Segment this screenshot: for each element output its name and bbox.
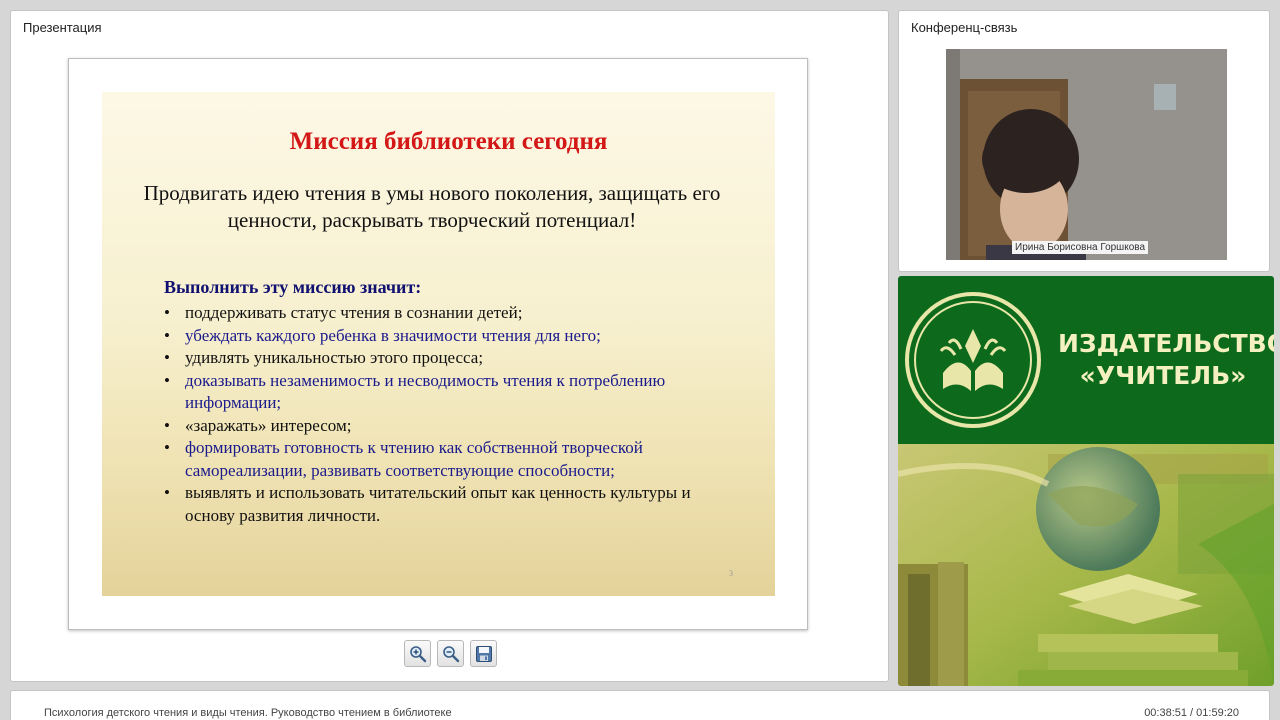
publisher-name-line2: «УЧИТЕЛЬ» xyxy=(1079,361,1247,390)
slide-bullet: удивлять уникальностью этого процесса; xyxy=(164,347,724,370)
presentation-panel: Презентация Миссия библиотеки сегодня Пр… xyxy=(10,10,889,682)
bottom-bar: Психология детского чтения и виды чтения… xyxy=(10,690,1270,720)
publisher-logo-icon xyxy=(905,292,1041,428)
slide-subheading: Выполнить эту миссию значит: xyxy=(164,277,422,297)
books-globe-image xyxy=(898,444,1274,686)
conference-panel-title: Конференц-связь xyxy=(911,20,1018,35)
slide-bullet: «заражать» интересом; xyxy=(164,415,724,438)
video-frame-image xyxy=(946,49,1227,260)
save-button[interactable] xyxy=(470,640,497,667)
slide-page-number: 3 xyxy=(729,569,733,578)
slide-lead-text: Продвигать идею чтения в умы нового поко… xyxy=(143,181,721,232)
zoom-in-icon xyxy=(410,646,427,663)
slide-bullet: выявлять и использовать читательский опы… xyxy=(164,482,724,527)
zoom-out-icon xyxy=(443,646,460,663)
publisher-name: ИЗДАТЕЛЬСТВО «УЧИТЕЛЬ» xyxy=(1058,328,1274,392)
slide-bullet: убеждать каждого ребенка в значимости чт… xyxy=(164,325,724,348)
presentation-panel-title: Презентация xyxy=(23,20,102,35)
lecture-title: Психология детского чтения и виды чтения… xyxy=(44,707,452,719)
conference-panel: Конференц-связь Ирина Борисовна Горшкова xyxy=(898,10,1270,272)
zoom-out-button[interactable] xyxy=(437,640,464,667)
publisher-header: ИЗДАТЕЛЬСТВО «УЧИТЕЛЬ» xyxy=(898,276,1274,444)
slide-bullet: доказывать незаменимость и несводимость … xyxy=(164,370,724,415)
slide-bullet: поддерживать статус чтения в сознании де… xyxy=(164,302,724,325)
slide-bullet-list: поддерживать статус чтения в сознании де… xyxy=(164,302,724,527)
slide-frame: Миссия библиотеки сегодня Продвигать иде… xyxy=(68,58,808,630)
slide-heading: Миссия библиотеки сегодня xyxy=(289,128,608,155)
zoom-in-button[interactable] xyxy=(404,640,431,667)
publisher-banner: ИЗДАТЕЛЬСТВО «УЧИТЕЛЬ» xyxy=(898,276,1274,686)
save-icon xyxy=(476,646,492,662)
playback-time: 00:38:51 / 01:59:20 xyxy=(1144,707,1239,719)
publisher-name-line1: ИЗДАТЕЛЬСТВО xyxy=(1058,329,1274,358)
slide-bullet: формировать готовность к чтению как собс… xyxy=(164,437,724,482)
slide: Миссия библиотеки сегодня Продвигать иде… xyxy=(102,92,775,596)
books-globe-illustration xyxy=(898,444,1274,686)
participant-video[interactable]: Ирина Борисовна Горшкова xyxy=(946,49,1227,260)
participant-name-label: Ирина Борисовна Горшкова xyxy=(1012,241,1149,254)
